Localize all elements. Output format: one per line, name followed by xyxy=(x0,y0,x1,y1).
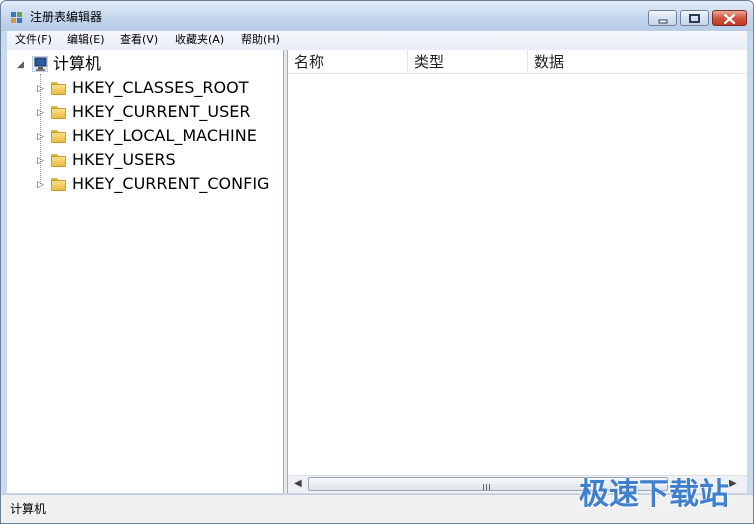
tree-key-label: HKEY_LOCAL_MACHINE xyxy=(72,126,257,145)
title-bar[interactable]: 注册表编辑器 xyxy=(1,1,753,31)
tree-key-label: HKEY_CURRENT_USER xyxy=(72,102,251,121)
menu-favorites[interactable]: 收藏夹(A) xyxy=(175,33,224,47)
registry-editor-icon xyxy=(11,12,22,23)
tree-root-label: 计算机 xyxy=(53,54,102,73)
maximize-button[interactable] xyxy=(680,10,709,26)
folder-icon xyxy=(51,81,66,95)
maximize-icon xyxy=(689,14,700,23)
menu-view[interactable]: 查看(V) xyxy=(120,33,158,47)
registry-tree[interactable]: ◢ 计算机 ▷ HKEY_CLASSES_ROOT ▷ HKEY_CURRENT… xyxy=(7,50,284,493)
folder-icon xyxy=(51,153,66,167)
triangle-down-icon: ◢ xyxy=(17,60,24,70)
folder-icon xyxy=(51,129,66,143)
close-icon xyxy=(723,13,736,25)
registry-editor-window: 注册表编辑器 文件(F) 编辑(E) 查看(V) 收藏夹(A) 帮助(H) ◢ … xyxy=(0,0,754,524)
tree-key-label: HKEY_CURRENT_CONFIG xyxy=(72,174,270,193)
window-title: 注册表编辑器 xyxy=(30,10,103,24)
values-list[interactable]: 名称 类型 数据 ◀ ▶ xyxy=(287,50,747,493)
column-header-name[interactable]: 名称 xyxy=(288,50,408,74)
menu-bar: 文件(F) 编辑(E) 查看(V) 收藏夹(A) 帮助(H) xyxy=(7,31,747,50)
folder-icon xyxy=(51,177,66,191)
tree-item-key[interactable]: ▷ HKEY_LOCAL_MACHINE xyxy=(37,126,277,148)
tree-item-key[interactable]: ▷ HKEY_CURRENT_USER xyxy=(37,102,277,124)
menu-help[interactable]: 帮助(H) xyxy=(241,33,280,47)
tree-item-computer[interactable]: ◢ 计算机 xyxy=(17,54,107,76)
tree-item-key[interactable]: ▷ HKEY_USERS xyxy=(37,150,277,172)
computer-icon xyxy=(32,56,48,72)
triangle-right-icon: ▷ xyxy=(37,84,44,94)
watermark-logo: 极速下载站 xyxy=(579,477,729,512)
scroll-left-icon[interactable]: ◀ xyxy=(294,478,302,490)
scroll-right-icon[interactable]: ▶ xyxy=(729,478,737,490)
menu-edit[interactable]: 编辑(E) xyxy=(67,33,105,47)
tree-key-label: HKEY_USERS xyxy=(72,150,176,169)
minimize-icon xyxy=(658,19,668,24)
minimize-button[interactable] xyxy=(648,10,677,26)
triangle-right-icon: ▷ xyxy=(37,180,44,190)
column-header-data[interactable]: 数据 xyxy=(528,50,747,74)
status-path: 计算机 xyxy=(10,502,47,516)
triangle-right-icon: ▷ xyxy=(37,108,44,118)
client-area: ◢ 计算机 ▷ HKEY_CLASSES_ROOT ▷ HKEY_CURRENT… xyxy=(7,50,747,493)
close-button[interactable] xyxy=(712,10,747,26)
triangle-right-icon: ▷ xyxy=(37,156,44,166)
tree-item-key[interactable]: ▷ HKEY_CURRENT_CONFIG xyxy=(37,174,277,196)
tree-item-key[interactable]: ▷ HKEY_CLASSES_ROOT xyxy=(37,78,277,100)
triangle-right-icon: ▷ xyxy=(37,132,44,142)
folder-icon xyxy=(51,105,66,119)
column-header-type[interactable]: 类型 xyxy=(408,50,528,74)
tree-key-label: HKEY_CLASSES_ROOT xyxy=(72,78,249,97)
menu-file[interactable]: 文件(F) xyxy=(15,33,52,47)
